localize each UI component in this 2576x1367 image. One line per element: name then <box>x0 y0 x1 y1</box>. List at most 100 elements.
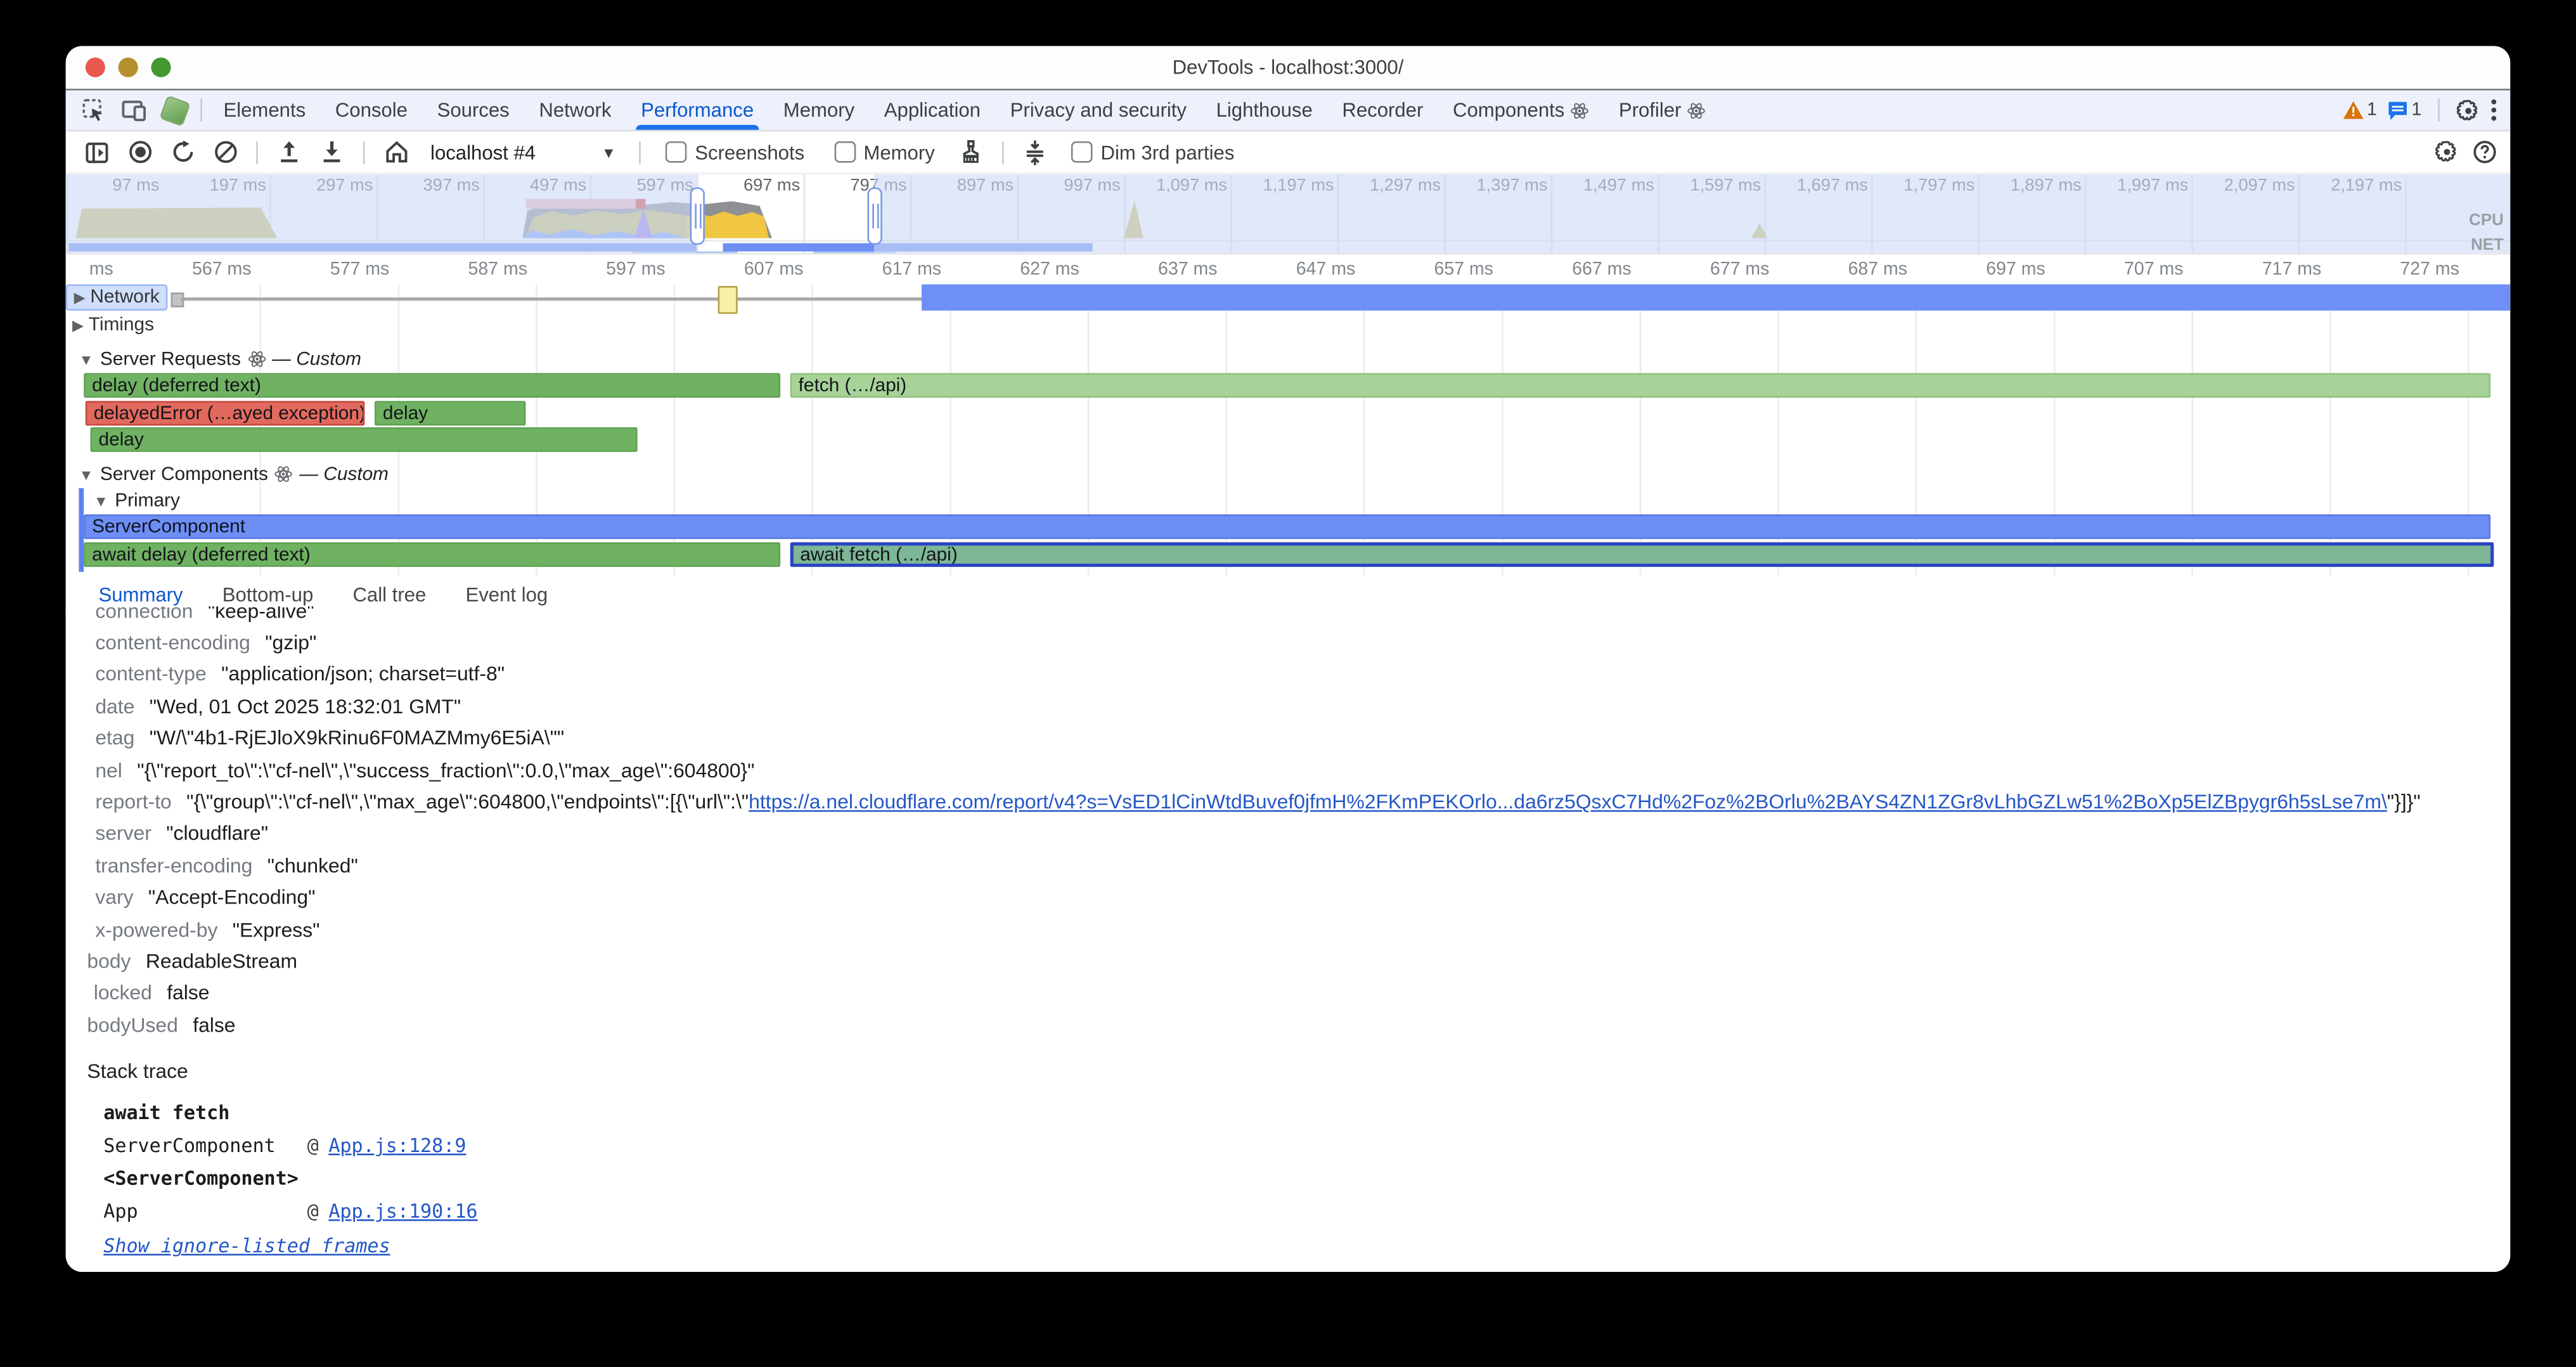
detail-ruler-label: 637 ms <box>1158 260 1224 280</box>
clear-icon[interactable] <box>207 136 243 169</box>
stack-frame-header: await fetch <box>66 1097 2511 1130</box>
property-row: connection"keep-alive" <box>66 606 2511 626</box>
screenshot-stage: DevTools - localhost:3000/ ElementsConso… <box>0 0 2576 1367</box>
zoom-window-button[interactable] <box>151 58 171 77</box>
detail-ruler-label: 567 ms <box>192 260 258 280</box>
event-bar-blue[interactable]: ServerComponent <box>84 514 2490 539</box>
source-location-link[interactable]: App.js:128:9 <box>328 1135 466 1158</box>
inspect-element-icon[interactable] <box>82 99 105 122</box>
property-row: bodyReadableStream <box>66 945 2511 977</box>
property-key: transfer-encoding <box>95 854 252 877</box>
panel-settings-gear-icon[interactable] <box>2435 139 2459 164</box>
net-lane-label: NET <box>2471 236 2504 255</box>
summary-pane: connection"keep-alive"content-encoding"g… <box>66 606 2511 1272</box>
collect-garbage-icon[interactable] <box>953 136 989 169</box>
timings-track[interactable]: ▶Timings <box>66 314 2511 342</box>
collapse-tracks-icon[interactable] <box>1017 136 1053 169</box>
memory-checkbox[interactable]: Memory <box>834 141 935 164</box>
collapse-arrow-icon: ▶ <box>74 288 86 307</box>
detail-ruler-label: 677 ms <box>1710 260 1776 280</box>
report-url-link[interactable]: https://a.nel.cloudflare.com/report/v4?s… <box>749 791 2387 813</box>
server-components-header[interactable]: ▼ Server Components — Custom <box>66 462 2511 488</box>
screenshots-checkbox[interactable]: Screenshots <box>666 141 805 164</box>
detail-ruler-label: 687 ms <box>1848 260 1914 280</box>
property-row: transfer-encoding"chunked" <box>66 850 2511 881</box>
tab-application[interactable]: Application <box>869 91 995 130</box>
minimize-window-button[interactable] <box>119 58 138 77</box>
warning-count: 1 <box>2367 100 2377 120</box>
tab-console[interactable]: Console <box>320 91 422 130</box>
event-bar-green[interactable]: delay (deferred text) <box>84 373 780 398</box>
flame-row: delay (deferred text) fetch (…/api) <box>66 373 2511 400</box>
window-titlebar: DevTools - localhost:3000/ <box>66 46 2511 91</box>
tab-sources[interactable]: Sources <box>422 91 524 130</box>
source-location-link[interactable]: App.js:190:16 <box>328 1200 477 1223</box>
devtools-window: DevTools - localhost:3000/ ElementsConso… <box>66 46 2511 1272</box>
property-value: "Accept-Encoding" <box>148 886 316 909</box>
property-row: date"Wed, 01 Oct 2025 18:32:01 GMT" <box>66 690 2511 722</box>
tab-memory[interactable]: Memory <box>768 91 869 130</box>
event-bar-green[interactable]: delay <box>91 427 638 452</box>
show-ignore-listed-frames-link[interactable]: Show ignore-listed frames <box>103 1235 390 1258</box>
event-bar-lightgreen[interactable]: fetch (…/api) <box>790 373 2491 398</box>
tab-recorder[interactable]: Recorder <box>1327 91 1438 130</box>
detail-ruler-label: 657 ms <box>1434 260 1500 280</box>
overview-right-handle[interactable] <box>867 187 882 245</box>
issues-warning-badge[interactable]: 1 <box>2342 100 2377 120</box>
event-bar-green[interactable]: delay <box>375 400 525 425</box>
property-row: server"cloudflare" <box>66 818 2511 850</box>
expand-arrow-icon: ▼ <box>79 467 93 483</box>
stack-frame-header-text: <ServerComponent> <box>103 1167 299 1190</box>
tab-privacy-and-security[interactable]: Privacy and security <box>995 91 1201 130</box>
download-profile-icon[interactable] <box>314 136 350 169</box>
detail-ruler-label: 727 ms <box>2400 260 2466 280</box>
tab-network[interactable]: Network <box>524 91 626 130</box>
primary-subtrack-header[interactable]: ▼ Primary <box>66 488 2511 513</box>
property-value: ReadableStream <box>146 950 297 973</box>
home-icon[interactable] <box>378 136 414 169</box>
traffic-lights <box>86 58 171 77</box>
event-bar-green[interactable]: await delay (deferred text) <box>84 542 780 567</box>
timeline-overview-minimap[interactable]: 97 ms197 ms297 ms397 ms497 ms597 ms697 m… <box>66 174 2511 255</box>
stack-frame-header-text: await fetch <box>103 1102 229 1125</box>
more-options-kebab-icon[interactable] <box>2490 99 2497 122</box>
dim-3rd-parties-checkbox[interactable]: Dim 3rd parties <box>1071 141 1235 164</box>
react-devtools-icon <box>159 94 191 126</box>
network-request-bar[interactable] <box>922 284 2510 310</box>
chevron-down-icon: ▼ <box>602 144 616 160</box>
device-toolbar-icon[interactable] <box>122 100 146 121</box>
upload-profile-icon[interactable] <box>271 136 307 169</box>
close-window-button[interactable] <box>86 58 105 77</box>
network-request-candle[interactable] <box>718 286 738 314</box>
tab-elements[interactable]: Elements <box>209 91 320 130</box>
tab-lighthouse[interactable]: Lighthouse <box>1201 91 1327 130</box>
record-and-reload-icon[interactable] <box>164 136 200 169</box>
server-requests-header[interactable]: ▼ Server Requests — Custom <box>66 347 2511 373</box>
tab-components[interactable]: Components <box>1438 91 1604 130</box>
timeline-detail-ruler: ms 567 ms577 ms587 ms597 ms607 ms617 ms6… <box>66 255 2511 285</box>
react-atom-icon <box>274 465 293 484</box>
settings-gear-icon[interactable] <box>2456 98 2481 122</box>
window-title: DevTools - localhost:3000/ <box>66 46 2511 89</box>
console-messages-badge[interactable]: 1 <box>2387 100 2422 120</box>
record-icon[interactable] <box>122 136 158 169</box>
event-bar-selected[interactable]: await fetch (…/api) <box>790 542 2494 567</box>
help-icon[interactable] <box>2473 139 2497 164</box>
property-key: bodyUsed <box>87 1014 178 1037</box>
network-track-label[interactable]: ▶Network <box>66 284 168 310</box>
divider <box>639 141 641 164</box>
tab-performance[interactable]: Performance <box>626 91 769 130</box>
property-value: "{\"group\":\"cf-nel\",\"max_age\":60480… <box>186 791 2421 813</box>
event-bar-red[interactable]: delayedError (…ayed exception) <box>86 400 365 425</box>
stack-frame-at: @ <box>307 1135 319 1158</box>
overview-left-handle[interactable] <box>690 187 705 245</box>
timings-track-label[interactable]: ▶Timings <box>66 314 161 337</box>
toggle-sidebar-icon[interactable] <box>79 136 115 169</box>
property-key: report-to <box>95 791 171 813</box>
property-key: content-type <box>95 663 206 686</box>
tab-profiler[interactable]: Profiler <box>1604 91 1721 130</box>
history-select[interactable]: localhost #4 ▼ <box>421 139 626 165</box>
property-row: bodyUsedfalse <box>66 1009 2511 1041</box>
detail-ruler-label: 697 ms <box>1986 260 2052 280</box>
network-track[interactable]: ▶Network <box>66 284 2511 312</box>
